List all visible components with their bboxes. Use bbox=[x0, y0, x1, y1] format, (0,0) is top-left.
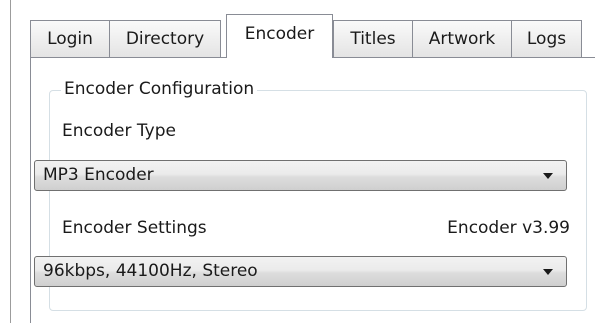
group-title: Encoder Configuration bbox=[61, 77, 258, 101]
tab-titles[interactable]: Titles bbox=[333, 20, 413, 57]
tab-artwork[interactable]: Artwork bbox=[412, 20, 512, 57]
chevron-down-icon bbox=[543, 173, 553, 179]
encoder-settings-label: Encoder Settings bbox=[62, 218, 207, 238]
encoder-window: Login Directory Encoder Titles Artwork L… bbox=[0, 0, 595, 323]
encoder-type-dropdown[interactable]: MP3 Encoder bbox=[34, 160, 567, 191]
encoder-settings-dropdown[interactable]: 96kbps, 44100Hz, Stereo bbox=[34, 256, 567, 287]
tab-logs[interactable]: Logs bbox=[511, 20, 582, 57]
tab-encoder[interactable]: Encoder bbox=[226, 14, 333, 58]
encoder-settings-value: 96kbps, 44100Hz, Stereo bbox=[43, 261, 258, 281]
left-divider bbox=[10, 0, 11, 323]
encoder-type-label: Encoder Type bbox=[62, 121, 176, 141]
tab-login[interactable]: Login bbox=[30, 20, 110, 57]
tab-directory[interactable]: Directory bbox=[109, 20, 221, 57]
encoder-version-text: Encoder v3.99 bbox=[447, 218, 570, 238]
encoder-type-value: MP3 Encoder bbox=[43, 165, 154, 185]
chevron-down-icon bbox=[543, 269, 553, 275]
